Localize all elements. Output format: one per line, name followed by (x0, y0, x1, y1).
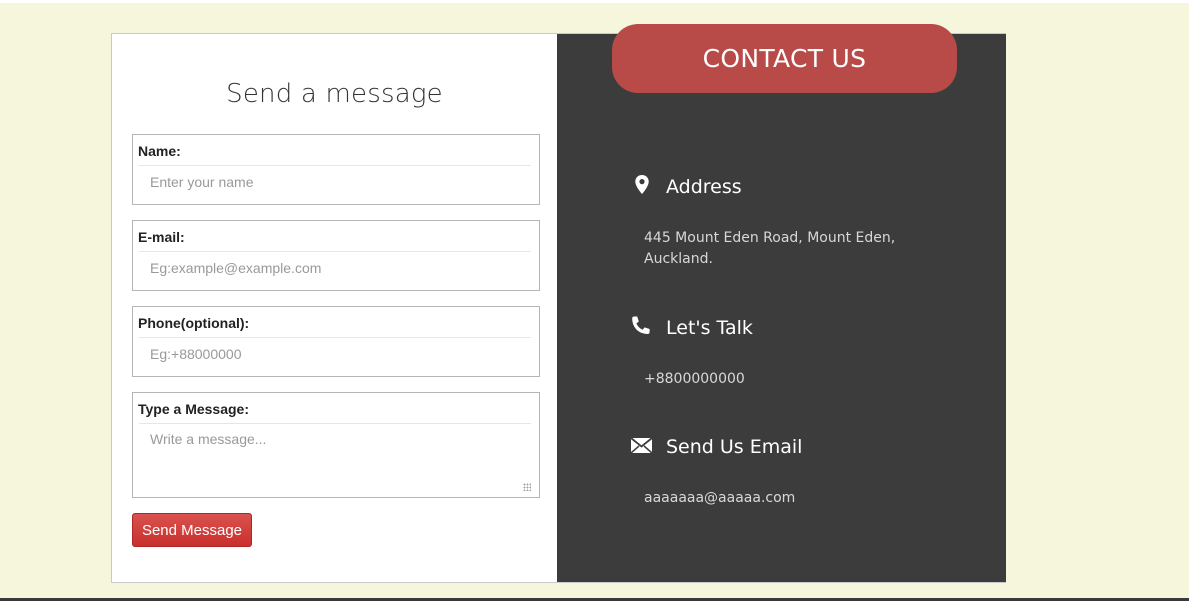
email-label: E-mail: (138, 229, 185, 245)
divider (139, 337, 531, 338)
email-field-group: E-mail: (132, 220, 540, 291)
phone-label: Phone(optional): (138, 315, 250, 331)
contact-info-panel: Address 445 Mount Eden Road, Mount Eden,… (557, 34, 1006, 582)
contact-us-banner: CONTACT US (612, 24, 957, 93)
message-textarea[interactable] (139, 425, 531, 493)
form-title: Send a message (226, 79, 443, 109)
email-input[interactable] (139, 253, 531, 283)
phone-input[interactable] (139, 339, 531, 369)
send-message-button[interactable]: Send Message (132, 513, 252, 547)
divider (139, 251, 531, 252)
message-form: Send a message Name: E-mail: Phone(optio… (112, 34, 557, 582)
phone-heading: Let's Talk (666, 317, 753, 339)
map-pin-icon (631, 174, 655, 198)
address-line-1: 445 Mount Eden Road, Mount Eden, (644, 230, 896, 246)
name-input[interactable] (139, 167, 531, 197)
name-label: Name: (138, 143, 181, 159)
envelope-icon (630, 435, 654, 459)
contact-card: Send a message Name: E-mail: Phone(optio… (111, 24, 1006, 583)
divider (139, 165, 531, 166)
email-address[interactable]: aaaaaaa@aaaaa.com (644, 488, 795, 509)
address-line-2: Auckland. (644, 251, 713, 267)
name-field-group: Name: (132, 134, 540, 205)
page-top-strip (0, 0, 1189, 3)
resize-grip-icon[interactable] (523, 483, 531, 491)
phone-number: +8800000000 (644, 371, 745, 387)
divider (139, 423, 531, 424)
address-heading: Address (666, 176, 742, 198)
phone-icon (629, 315, 653, 339)
address-text: 445 Mount Eden Road, Mount Eden, Aucklan… (644, 228, 895, 270)
email-heading: Send Us Email (666, 436, 803, 458)
message-field-group: Type a Message: (132, 392, 540, 498)
message-label: Type a Message: (138, 401, 250, 417)
phone-field-group: Phone(optional): (132, 306, 540, 377)
